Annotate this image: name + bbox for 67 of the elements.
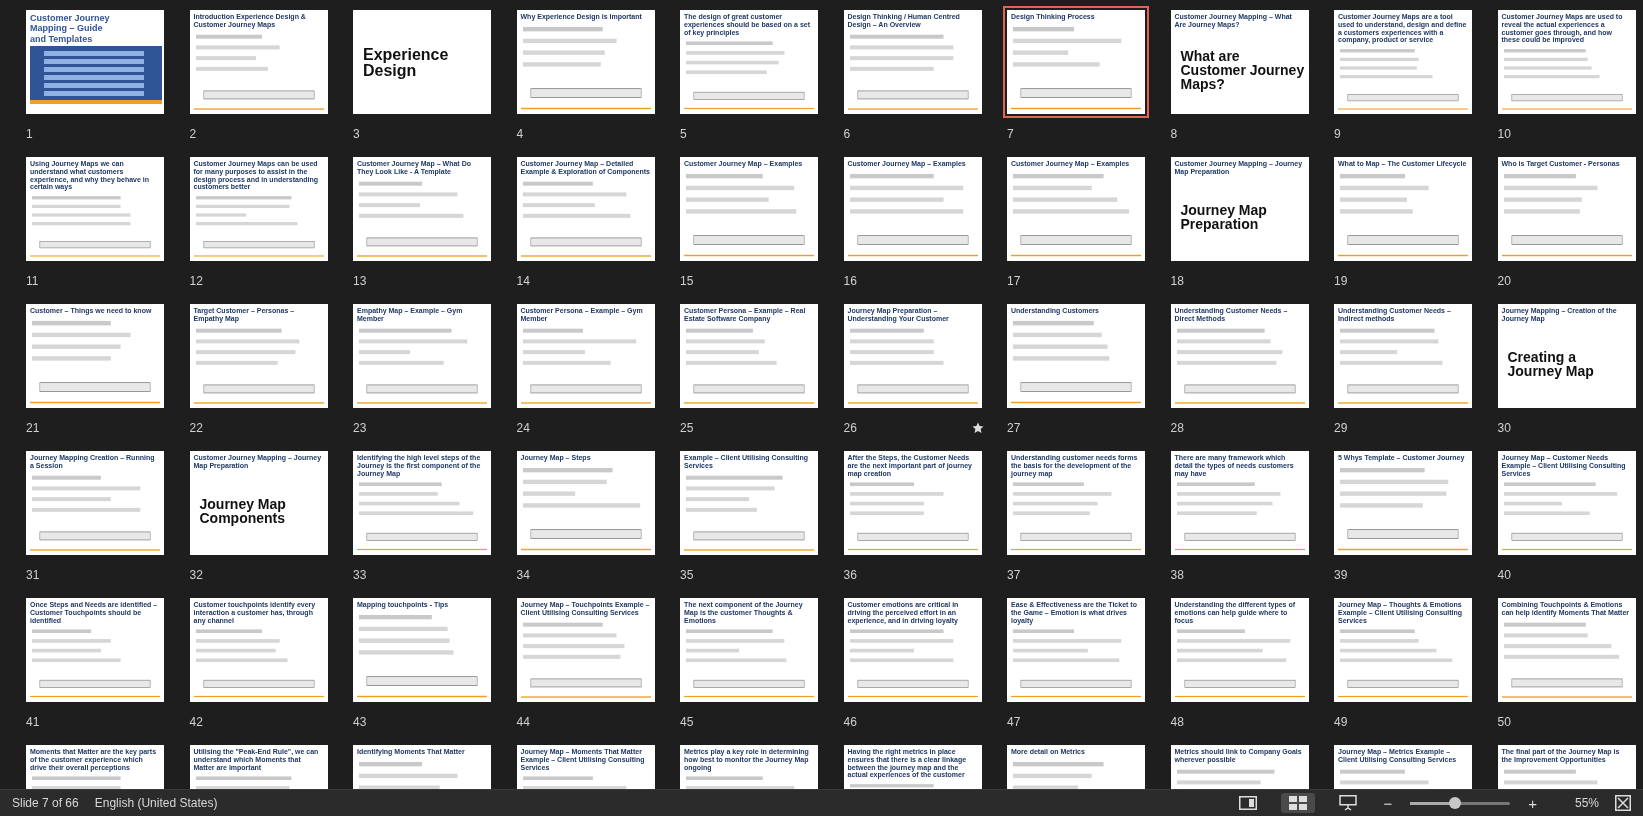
slide-number: 21 <box>26 420 40 435</box>
language-indicator[interactable]: English (United States) <box>94 796 218 810</box>
slide-number: 26 <box>843 420 857 435</box>
slide-number: 34 <box>516 567 530 582</box>
slide-number: 3 <box>353 126 360 141</box>
zoom-out-button[interactable]: − <box>1381 794 1395 812</box>
slide-number: 5 <box>680 126 687 141</box>
normal-view-icon <box>1239 796 1258 810</box>
slide-number: 40 <box>1497 567 1511 582</box>
slide-number: 50 <box>1497 714 1511 729</box>
slide-number: 7 <box>1007 126 1014 141</box>
view-button[interactable] <box>1281 793 1316 813</box>
zoom-percentage: 55% <box>1573 796 1599 810</box>
slide-number: 35 <box>680 567 694 582</box>
slide-number: 6 <box>843 126 851 141</box>
slide-number: 28 <box>1170 420 1184 435</box>
slide-number: 36 <box>843 567 857 582</box>
slide-number: 20 <box>1497 273 1511 288</box>
slide-number: 11 <box>26 273 39 288</box>
slide-number: 29 <box>1334 420 1348 435</box>
slider-thumb[interactable] <box>1449 796 1462 809</box>
slide-number: 4 <box>516 126 524 141</box>
slide-number: 23 <box>353 420 367 435</box>
slide-number: 27 <box>1007 420 1021 435</box>
section-title: Journey Map Preparation <box>1179 201 1268 235</box>
slide-number: 41 <box>26 714 40 729</box>
slide-number: 24 <box>516 420 530 435</box>
slide-number: 13 <box>353 273 367 288</box>
slide-number: 46 <box>843 714 857 729</box>
zoom-in-button[interactable]: + <box>1526 794 1539 812</box>
slide-number: 10 <box>1497 126 1511 141</box>
slide-number: 18 <box>1170 273 1184 288</box>
slide-number: 38 <box>1170 567 1184 582</box>
slide-number: 39 <box>1334 567 1348 582</box>
slide-number: 22 <box>189 420 203 435</box>
slide-number: 42 <box>189 714 203 729</box>
slide-number: 25 <box>680 420 694 435</box>
section-title: Journey Map Components <box>198 495 287 529</box>
projector-screen-icon <box>1339 795 1358 811</box>
slide-number: 12 <box>189 273 203 288</box>
slide-position: Slide 7 of 66 <box>12 796 79 810</box>
slide-number: 19 <box>1334 273 1348 288</box>
slide-number: 8 <box>1170 126 1178 141</box>
slide-number: 45 <box>680 714 694 729</box>
section-title: Experience Design <box>362 44 450 81</box>
section-title: Creating a Journey Map <box>1506 348 1595 382</box>
slide-number: 15 <box>680 273 694 288</box>
slide-number: 37 <box>1007 567 1021 582</box>
slide-number: 33 <box>353 567 367 582</box>
slide-number: 16 <box>843 273 857 288</box>
slide-number: 49 <box>1334 714 1348 729</box>
fit-to-window-icon[interactable] <box>1615 795 1631 811</box>
slide-number: 43 <box>353 714 367 729</box>
slide-number: 2 <box>189 126 197 141</box>
slide-number: 9 <box>1334 126 1341 141</box>
slide-number: 17 <box>1007 273 1021 288</box>
slide-number: 30 <box>1497 420 1511 435</box>
slide-title: Customer Journey Mapping – Guide and Templates <box>30 13 111 45</box>
slide-number: 14 <box>516 273 530 288</box>
slide-number: 1 <box>26 126 33 141</box>
slide-number: 44 <box>516 714 530 729</box>
slide-number: 31 <box>26 567 40 582</box>
slide-number: 48 <box>1170 714 1184 729</box>
section-title: What are Customer Journey Maps? <box>1179 47 1305 95</box>
slide-number: 32 <box>189 567 203 582</box>
grid-view-icon <box>1289 796 1308 810</box>
slide-number: 47 <box>1007 714 1021 729</box>
